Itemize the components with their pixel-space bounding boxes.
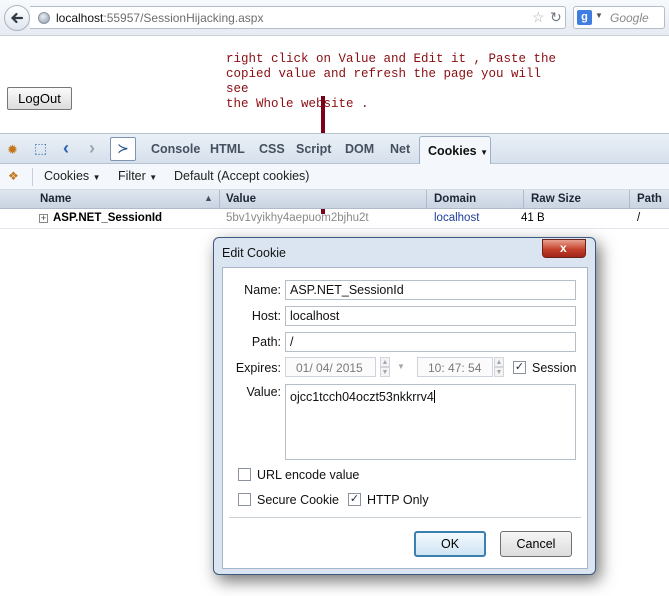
ok-button[interactable]: OK [414,531,486,557]
expires-label: Expires: [235,361,281,375]
host-field[interactable]: localhost [285,306,576,326]
url-encode-label: URL encode value [257,468,360,482]
session-label: Session [532,361,577,375]
tab-cookies[interactable]: Cookies ▼ [419,136,491,165]
cookie-domain-cell: localhost [434,212,480,224]
browser-nav-bar: localhost:55957/SessionHijacking.aspx ☆ … [0,0,669,36]
close-button[interactable]: x [542,239,586,258]
text-cursor [433,390,435,403]
cookie-path-cell: / [637,212,641,224]
search-box[interactable]: g ▼ Google [573,6,665,29]
command-line-icon[interactable]: ≻ [110,137,136,161]
expand-icon[interactable]: + [39,214,48,223]
value-field[interactable]: ojcc1tcch04oczt53nkkrrv4 [285,384,576,460]
search-placeholder: Google [610,11,649,25]
expires-time-field: 10: 47: 54 [417,357,493,377]
annotation-text: right click on Value and Edit it , Paste… [226,52,557,111]
edit-cookie-dialog: Edit Cookie x Name: ASP.NET_SessionId Ho… [213,237,596,575]
chevron-down-icon: ▼ [92,173,101,182]
sort-ascending-icon: ▲ [204,193,213,203]
bookmark-star-icon[interactable]: ☆ [532,9,545,26]
table-row[interactable]: + ASP.NET_SessionId 5bv1vyikhy4aepuom2bj… [0,209,669,229]
column-header-name[interactable]: Name [40,193,71,205]
http-only-label: HTTP Only [367,493,429,507]
tab-net[interactable]: Net [390,142,410,156]
cookie-policy-menu[interactable]: Default (Accept cookies) [174,169,309,183]
dialog-divider [229,517,581,518]
tab-script[interactable]: Script [296,142,331,156]
date-spinner: ▲ ▼ [380,357,390,377]
address-bar[interactable]: localhost:55957/SessionHijacking.aspx ☆ … [30,6,566,29]
date-dropdown-icon: ▼ [397,362,405,371]
cookies-menu-label: Cookies [44,169,90,183]
spinner-up-icon: ▲ [380,357,390,367]
close-icon: x [560,241,567,255]
name-label: Name: [244,283,281,297]
filter-menu-label: Filter [118,169,146,183]
cancel-button[interactable]: Cancel [500,531,572,557]
tab-html[interactable]: HTML [210,142,245,156]
chevron-right-icon[interactable]: › [89,138,95,159]
spinner-up-icon: ▲ [494,357,504,367]
tab-dom[interactable]: DOM [345,142,374,156]
host-label: Host: [251,309,281,323]
inspect-element-icon[interactable]: ⬚ [34,140,47,157]
column-divider[interactable] [523,190,524,209]
url-text: localhost:55957/SessionHijacking.aspx [56,11,263,25]
url-encode-checkbox[interactable] [238,468,251,481]
time-spinner: ▲ ▼ [494,357,504,377]
reload-icon[interactable]: ↻ [550,9,562,26]
google-icon[interactable]: g [577,10,592,25]
path-field[interactable]: / [285,332,576,352]
dialog-body: Name: ASP.NET_SessionId Host: localhost … [222,267,588,569]
search-engine-dropdown-icon[interactable]: ▼ [595,11,603,20]
cookie-size-cell: 41 B [521,212,545,224]
path-label: Path: [251,335,281,349]
dialog-title: Edit Cookie [222,246,286,260]
session-checkbox[interactable]: ✓ [513,361,526,374]
globe-icon [38,12,50,24]
column-divider[interactable] [629,190,630,209]
column-header-domain[interactable]: Domain [434,193,476,205]
tab-cookies-label: Cookies [428,144,477,158]
http-only-checkbox[interactable]: ✓ [348,493,361,506]
cookie-icon[interactable]: ❖ [8,169,19,183]
firebug-toolbar: ✹ ⬚ ‹ › ≻ Console HTML CSS Script DOM Ne… [0,133,669,165]
secure-cookie-label: Secure Cookie [257,493,339,507]
value-label: Value: [246,385,281,399]
column-divider[interactable] [426,190,427,209]
cookies-toolbar: ❖ Cookies ▼ Filter ▼ Default (Accept coo… [0,164,669,190]
filter-menu[interactable]: Filter ▼ [118,169,157,183]
spinner-down-icon: ▼ [380,367,390,377]
cookies-menu[interactable]: Cookies ▼ [44,169,101,183]
column-header-value[interactable]: Value [226,193,256,205]
logout-button[interactable]: LogOut [7,87,72,110]
spinner-down-icon: ▼ [494,367,504,377]
cookie-table-header: Name ▲ Value Domain Raw Size Path [0,190,669,209]
value-text: ojcc1tcch04oczt53nkkrrv4 [290,390,434,404]
toolbar-divider [32,168,33,186]
column-header-raw-size[interactable]: Raw Size [531,193,581,205]
expires-date-field: 01/ 04/ 2015 [285,357,376,377]
tab-css[interactable]: CSS [259,142,285,156]
tab-console[interactable]: Console [151,142,200,156]
chevron-down-icon: ▼ [480,148,489,157]
column-divider[interactable] [219,190,220,209]
cookie-value-cell[interactable]: 5bv1vyikhy4aepuom2bjhu2t [226,212,369,224]
firebug-icon[interactable]: ✹ [7,142,18,158]
back-arrow-icon [10,12,24,24]
url-path: :55957/SessionHijacking.aspx [103,11,264,25]
column-header-path[interactable]: Path [637,193,662,205]
secure-cookie-checkbox[interactable] [238,493,251,506]
cookie-name-cell: ASP.NET_SessionId [53,212,163,224]
chevron-down-icon: ▼ [149,173,158,182]
url-host: localhost [56,11,104,25]
name-field[interactable]: ASP.NET_SessionId [285,280,576,300]
chevron-left-icon[interactable]: ‹ [63,138,69,159]
back-button[interactable] [4,5,30,31]
